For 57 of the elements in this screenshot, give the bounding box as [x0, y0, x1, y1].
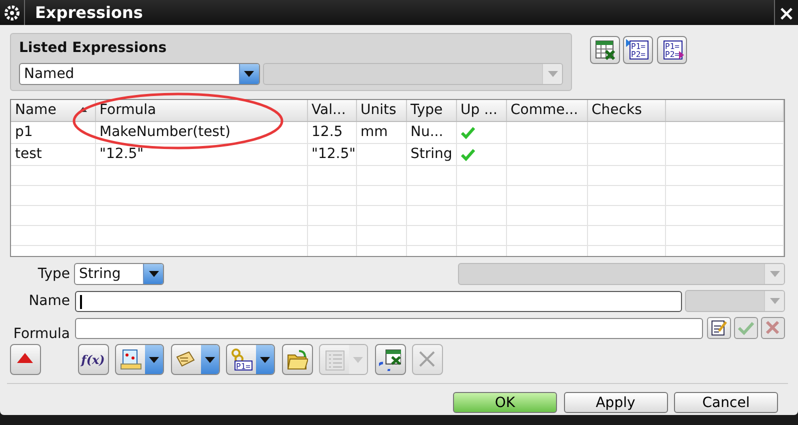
- folder-icon: [286, 348, 308, 370]
- group-title: Listed Expressions: [19, 39, 168, 58]
- column-header[interactable]: Up ...: [456, 100, 506, 122]
- table-cell: String: [406, 144, 456, 166]
- caret-icon: [259, 354, 271, 364]
- name-field[interactable]: [75, 290, 682, 312]
- column-header[interactable]: Checks: [587, 100, 665, 122]
- tag-button[interactable]: [170, 344, 220, 375]
- table-cell: "12.5": [95, 144, 307, 166]
- table-cell: test: [11, 144, 95, 166]
- accept-icon: [736, 319, 755, 337]
- ruler-icon: [120, 348, 142, 370]
- close-button[interactable]: ×: [774, 0, 798, 25]
- function-button[interactable]: f(x): [78, 344, 108, 375]
- caret-icon: [204, 354, 216, 364]
- spreadsheet-refresh-icon: [379, 348, 401, 370]
- settings-icon: [4, 4, 20, 20]
- measure-button[interactable]: [115, 344, 164, 375]
- table-cell: p1: [11, 122, 95, 144]
- column-header[interactable]: Units: [356, 100, 406, 122]
- caret-icon: [243, 69, 256, 79]
- table-cell: "12.5": [307, 144, 356, 166]
- dialog-button[interactable]: Cancel: [674, 392, 778, 413]
- collapse-button[interactable]: [10, 344, 41, 375]
- column-header[interactable]: Type: [406, 100, 456, 122]
- table-cell: Nu...: [406, 122, 456, 144]
- field-label: Type: [36, 264, 71, 284]
- formula-field[interactable]: [75, 318, 704, 339]
- table-cell: mm: [356, 122, 406, 144]
- dialog-button[interactable]: Apply: [564, 392, 668, 413]
- column-header[interactable]: Formula: [95, 100, 307, 122]
- column-header[interactable]: Comme...: [506, 100, 587, 122]
- table-cell: 12.5: [307, 122, 356, 144]
- field-label: Name: [28, 292, 71, 310]
- edit-button[interactable]: [706, 317, 730, 339]
- reject-icon: [764, 319, 782, 337]
- caret-icon: [148, 354, 160, 364]
- spreadsheet-button[interactable]: [590, 36, 620, 64]
- caret-icon: [768, 296, 780, 306]
- dialog-button[interactable]: OK: [453, 392, 557, 413]
- caret-icon: [546, 69, 558, 79]
- type-dropdown[interactable]: String: [74, 263, 164, 285]
- list-icon: [324, 348, 346, 370]
- folder-button[interactable]: [282, 344, 312, 375]
- edit-icon: [710, 319, 728, 337]
- caret-icon: [352, 354, 364, 364]
- spreadsheet-icon: [594, 39, 616, 61]
- column-header[interactable]: Val...: [307, 100, 356, 122]
- caret-icon: [148, 269, 160, 279]
- function-label: f(x): [81, 352, 105, 368]
- caret-icon: [768, 269, 780, 279]
- window-title: Expressions: [24, 0, 143, 25]
- link-button[interactable]: P1=: [226, 344, 275, 375]
- table-cell: MakeNumber(test): [95, 122, 307, 144]
- field-label: Formula: [12, 325, 71, 344]
- refresh-button[interactable]: [374, 344, 406, 375]
- filter-dropdown[interactable]: Named: [19, 63, 260, 85]
